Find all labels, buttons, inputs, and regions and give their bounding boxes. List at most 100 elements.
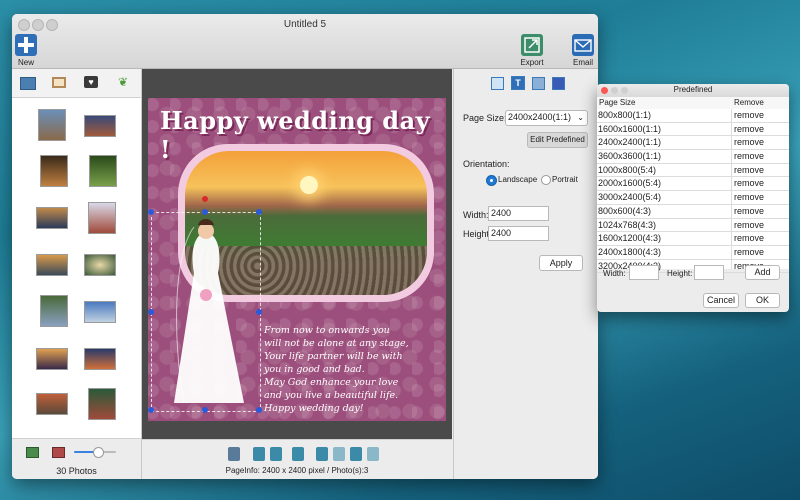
remove-link[interactable]: remove: [734, 109, 764, 122]
add-photo-icon[interactable]: [26, 447, 39, 458]
size-row[interactable]: 2000x1600(5:4) remove: [597, 177, 789, 192]
leaf-icon[interactable]: ❦: [118, 75, 128, 89]
photo-thumbnail[interactable]: [36, 393, 68, 415]
layout-icon[interactable]: [491, 77, 504, 90]
edit-predefined-button[interactable]: Edit Predefined: [527, 132, 588, 148]
photo-thumbnail[interactable]: [84, 348, 116, 370]
page-size-value: 2400x2400(1:1): [508, 112, 572, 122]
collage-page[interactable]: Happy wedding day ! From now to onwards …: [148, 98, 446, 421]
size-row[interactable]: 800x800(1:1) remove: [597, 109, 789, 123]
width-label: Width:: [463, 210, 489, 220]
new-document-icon: [15, 34, 37, 56]
portrait-radio[interactable]: [541, 175, 551, 185]
resize-handle[interactable]: [202, 407, 208, 413]
col-page-size[interactable]: Page Size: [599, 98, 635, 107]
image-icon[interactable]: [20, 77, 36, 90]
landscape-label: Landscape: [498, 175, 538, 184]
delete-icon[interactable]: [228, 447, 240, 461]
background-icon[interactable]: [532, 77, 545, 90]
resize-handle[interactable]: [256, 209, 262, 215]
poem-line: and you live a beautiful life.: [264, 390, 399, 401]
frame-icon[interactable]: [52, 77, 66, 88]
dialog-title: Predefined: [673, 85, 713, 94]
dialog-width-input[interactable]: [629, 265, 659, 280]
poem-text[interactable]: From now to onwards you will not be alon…: [264, 324, 444, 415]
size-row[interactable]: 800x600(4:3) remove: [597, 205, 789, 219]
apply-button[interactable]: Apply: [539, 255, 583, 271]
bring-forward-icon[interactable]: [316, 447, 328, 461]
remove-link[interactable]: remove: [734, 150, 764, 163]
slider-knob[interactable]: [93, 447, 104, 458]
page-icon[interactable]: [552, 77, 565, 90]
photo-thumbnail[interactable]: [84, 254, 116, 276]
remove-link[interactable]: remove: [734, 136, 764, 149]
send-backward-icon[interactable]: [333, 447, 345, 461]
page-info: PageInfo: 2400 x 2400 pixel / Photo(s):3: [225, 466, 369, 475]
size-row[interactable]: 1600x1200(4:3) remove: [597, 232, 789, 246]
bring-to-front-icon[interactable]: [350, 447, 362, 461]
email-button[interactable]: Email: [570, 34, 596, 67]
thumbnail-size-slider[interactable]: [74, 447, 116, 458]
email-icon: [572, 34, 594, 56]
size-row[interactable]: 2400x1800(4:3) remove: [597, 246, 789, 260]
photo-thumbnail[interactable]: [36, 254, 68, 276]
size-row[interactable]: 1000x800(5:4) remove: [597, 164, 789, 178]
heart-icon[interactable]: ♥: [84, 76, 98, 88]
landscape-radio[interactable]: [486, 175, 497, 186]
remove-link[interactable]: remove: [734, 164, 764, 177]
remove-link[interactable]: remove: [734, 123, 764, 136]
height-input[interactable]: 2400: [488, 226, 549, 241]
col-remove[interactable]: Remove: [734, 98, 764, 107]
canvas-area: Happy wedding day ! From now to onwards …: [142, 69, 452, 439]
size-cell: 1000x800(5:4): [598, 164, 657, 175]
resize-handle[interactable]: [148, 309, 154, 315]
ok-button[interactable]: OK: [745, 293, 780, 308]
remove-link[interactable]: remove: [734, 205, 764, 218]
remove-link[interactable]: remove: [734, 246, 764, 259]
rotate-handle[interactable]: [202, 196, 208, 202]
size-cell: 1600x1200(4:3): [598, 233, 662, 244]
new-button[interactable]: New: [14, 34, 38, 67]
resize-handle[interactable]: [256, 407, 262, 413]
photo-thumbnail[interactable]: [88, 202, 116, 234]
page-size-select[interactable]: 2400x2400(1:1) ⌄: [505, 110, 588, 126]
size-row[interactable]: 3600x3600(1:1) remove: [597, 150, 789, 164]
photo-thumbnail[interactable]: [36, 207, 68, 229]
poem-line: Happy wedding day!: [264, 403, 364, 414]
cancel-button[interactable]: Cancel: [703, 293, 739, 308]
resize-handle[interactable]: [256, 309, 262, 315]
photo-thumbnail[interactable]: [36, 348, 68, 370]
photo-thumbnail[interactable]: [89, 155, 117, 187]
text-icon[interactable]: T: [511, 76, 525, 90]
poem-line: May God enhance your love: [264, 377, 399, 388]
send-to-back-icon[interactable]: [367, 447, 379, 461]
size-row[interactable]: 1600x1600(1:1) remove: [597, 123, 789, 137]
photo-thumbnail[interactable]: [84, 115, 116, 137]
size-row[interactable]: 1024x768(4:3) remove: [597, 219, 789, 233]
dialog-height-input[interactable]: [694, 265, 724, 280]
remove-link[interactable]: remove: [734, 232, 764, 245]
photo-thumbnail[interactable]: [40, 155, 68, 187]
export-button[interactable]: Export: [519, 34, 545, 67]
size-cell: 2400x2400(1:1): [598, 137, 662, 148]
add-button[interactable]: Add: [745, 265, 780, 280]
export-label: Export: [520, 58, 544, 67]
photo-thumbnail[interactable]: [88, 388, 116, 420]
remove-link[interactable]: remove: [734, 177, 764, 190]
size-row[interactable]: 2400x2400(1:1) remove: [597, 136, 789, 151]
remove-link[interactable]: remove: [734, 191, 764, 204]
canvas-toolbar: PageInfo: 2400 x 2400 pixel / Photo(s):3: [142, 439, 452, 479]
remove-photo-icon[interactable]: [52, 447, 65, 458]
flip-icon[interactable]: [270, 447, 282, 461]
size-row[interactable]: 3000x2400(5:4) remove: [597, 191, 789, 205]
photo-thumbnail[interactable]: [38, 109, 66, 141]
rotate-left-icon[interactable]: [253, 447, 265, 461]
resize-handle[interactable]: [148, 209, 154, 215]
photo-thumbnail[interactable]: [40, 295, 68, 327]
width-input[interactable]: 2400: [488, 206, 549, 221]
resize-handle[interactable]: [202, 209, 208, 215]
photo-thumbnail[interactable]: [84, 301, 116, 323]
remove-link[interactable]: remove: [734, 219, 764, 232]
resize-handle[interactable]: [148, 407, 154, 413]
rotate-right-icon[interactable]: [292, 447, 304, 461]
